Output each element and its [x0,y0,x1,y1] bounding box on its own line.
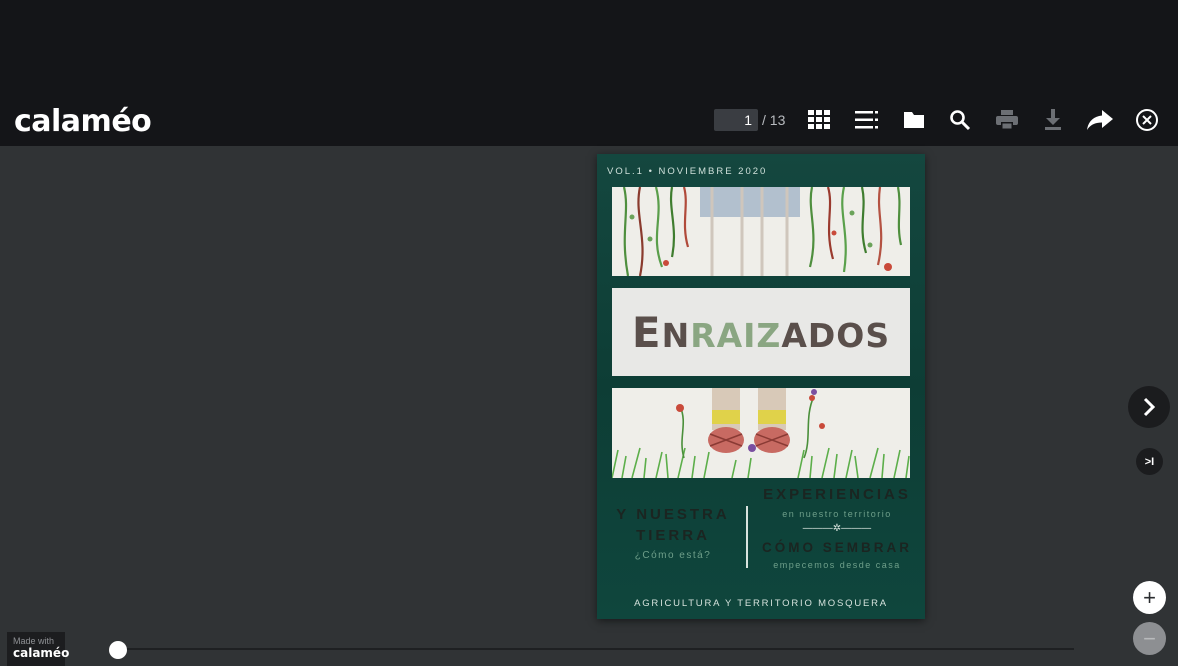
cover-footer: AGRICULTURA Y TERRITORIO MOSQUERA [634,598,888,609]
close-icon [1136,109,1158,131]
minus-icon: − [1143,625,1156,651]
cover-sub-territorio: en nuestro territorio [782,509,892,519]
made-with-calameo-badge[interactable]: Made with calaméo [7,632,70,666]
last-page-button[interactable]: >I [1136,448,1163,475]
cover-ornament: ———✲——— [802,523,872,534]
made-with-brand: calaméo [13,646,70,660]
close-button[interactable] [1133,106,1161,134]
print-button[interactable] [993,106,1021,134]
list-view-button[interactable] [853,106,881,134]
reading-area[interactable] [0,146,1178,666]
cover-left-column: Y NUESTRA TIERRA ¿Cómo está? [603,506,743,561]
document-viewer: calaméo 1 / 13 VOL.1 • NOVIEMBRE 2020 EN… [0,0,1178,666]
zoom-in-button[interactable]: + [1133,581,1166,614]
cover-divider [746,506,748,568]
chevron-right-icon [1143,397,1156,417]
cover-volume-label: VOL.1 • NOVIEMBRE 2020 [607,166,768,177]
zoom-out-button[interactable]: − [1133,622,1166,655]
cover-illustration-bottom [612,388,910,478]
skip-to-last-icon: >I [1144,455,1155,468]
magazine-cover-page[interactable]: VOL.1 • NOVIEMBRE 2020 ENRAIZADOS EXPERI… [597,154,925,619]
download-icon [1045,109,1061,130]
next-page-button[interactable] [1128,386,1170,428]
cover-illustration-top [612,187,910,276]
cover-heading-sembrar: CÓMO SEMBRAR [762,540,912,555]
search-button[interactable] [946,106,974,134]
grid-view-icon [808,110,830,129]
top-toolbar: calaméo 1 / 13 [0,0,1178,146]
cover-title-box: ENRAIZADOS [612,288,910,376]
share-icon [1087,110,1113,130]
made-with-label: Made with [13,636,55,646]
magazine-title: ENRAIZADOS [631,307,891,357]
cover-sub-casa: empecemos desde casa [773,560,901,570]
page-slider-track[interactable] [118,648,1074,650]
download-button[interactable] [1039,106,1067,134]
page-number-input[interactable]: 1 [714,109,758,131]
grid-view-button[interactable] [805,106,833,134]
list-view-icon [855,111,878,129]
page-slider-thumb[interactable] [109,641,127,659]
search-icon [950,110,971,131]
cover-heading-experiencias: EXPERIENCIAS [763,486,911,503]
calameo-logo[interactable]: calaméo [14,104,152,139]
cover-sub-como-esta: ¿Cómo está? [634,550,712,561]
folder-icon [902,112,924,130]
cover-heading-nuestra: Y NUESTRA [616,506,730,523]
page-total-label: / 13 [762,112,786,128]
cover-heading-tierra: TIERRA [636,527,710,544]
share-button[interactable] [1086,106,1114,134]
folder-button[interactable] [900,106,928,134]
print-icon [996,110,1018,130]
cover-right-column: EXPERIENCIAS en nuestro territorio ———✲—… [753,486,921,572]
plus-icon: + [1143,584,1156,610]
